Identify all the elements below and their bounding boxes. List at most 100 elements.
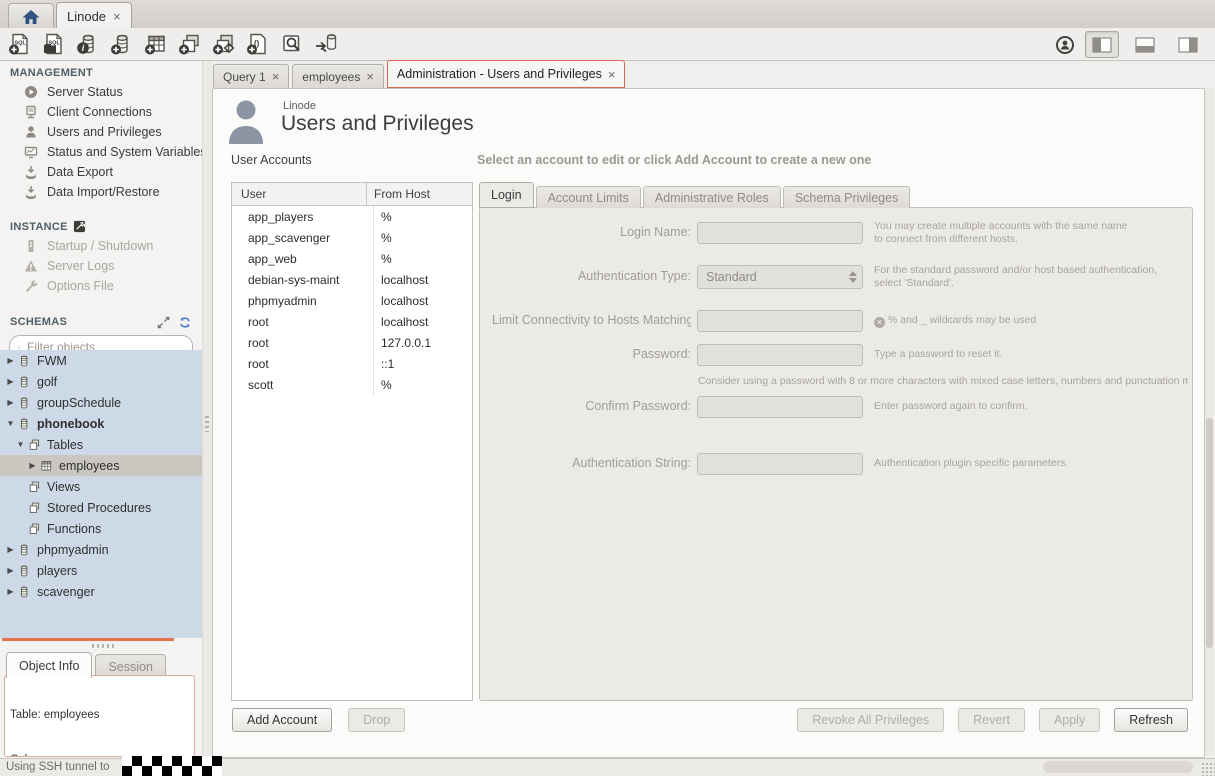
- close-icon[interactable]: ×: [608, 68, 616, 81]
- instance-config-icon: [73, 220, 86, 233]
- tree-item-phonebook[interactable]: ▼ phonebook: [0, 413, 202, 434]
- data-transfer-icon[interactable]: [314, 32, 338, 56]
- sidebar-item-options-file[interactable]: Options File: [0, 276, 202, 296]
- chevron-right-icon[interactable]: ▶: [5, 356, 16, 365]
- table-row[interactable]: phpmyadminlocalhost: [232, 290, 472, 311]
- splitter-grip[interactable]: [92, 644, 114, 648]
- auth-string-label: Authentication String:: [484, 456, 691, 470]
- table-row[interactable]: app_scavenger%: [232, 227, 472, 248]
- home-tab[interactable]: [8, 3, 54, 29]
- create-function-icon[interactable]: [246, 32, 270, 56]
- close-icon[interactable]: ×: [113, 10, 121, 23]
- table-row[interactable]: scott%: [232, 374, 472, 395]
- views-icon: [27, 480, 41, 494]
- close-icon[interactable]: ×: [366, 70, 374, 83]
- table-row[interactable]: debian-sys-maintlocalhost: [232, 269, 472, 290]
- limit-hosts-field[interactable]: [697, 310, 863, 332]
- create-schema-icon[interactable]: [110, 32, 134, 56]
- tab-administrative-roles[interactable]: Administrative Roles: [643, 186, 781, 208]
- chevron-right-icon[interactable]: ▶: [5, 545, 16, 554]
- close-icon[interactable]: ×: [272, 70, 280, 83]
- column-header-from-host[interactable]: From Host: [367, 187, 430, 201]
- options-file-icon: [24, 279, 38, 293]
- create-view-icon[interactable]: [178, 32, 202, 56]
- tab-admin-users-privileges[interactable]: Administration - Users and Privileges ×: [387, 60, 626, 88]
- instance-section-title: INSTANCE: [0, 214, 202, 236]
- account-detail-tabs: Login Account Limits Administrative Role…: [479, 184, 912, 208]
- sidebar-item-users-and-privileges[interactable]: Users and Privileges: [0, 122, 202, 142]
- sidebar-item-data-import[interactable]: Data Import/Restore: [0, 182, 202, 202]
- chevron-right-icon[interactable]: ▶: [5, 566, 16, 575]
- tables-icon: [27, 438, 41, 452]
- create-table-icon[interactable]: [144, 32, 168, 56]
- chevron-right-icon[interactable]: ▶: [5, 587, 16, 596]
- sidebar-item-status-system-variables[interactable]: Status and System Variables: [0, 142, 202, 162]
- table-row[interactable]: root::1: [232, 353, 472, 374]
- chevron-down-icon[interactable]: ▼: [15, 440, 26, 449]
- login-name-field[interactable]: [697, 222, 863, 244]
- home-icon: [21, 8, 41, 26]
- chevron-right-icon[interactable]: ▶: [27, 461, 38, 470]
- revoke-all-privileges-button[interactable]: Revoke All Privileges: [797, 708, 944, 732]
- scrollbar-thumb[interactable]: [1206, 418, 1213, 648]
- toggle-right-sidebar-button[interactable]: [1171, 31, 1205, 58]
- tab-employees[interactable]: employees ×: [292, 64, 384, 88]
- sidebar-item-client-connections[interactable]: Client Connections: [0, 102, 202, 122]
- right-panel-icon: [1178, 37, 1198, 53]
- sidebar-item-data-export[interactable]: Data Export: [0, 162, 202, 182]
- apply-button[interactable]: Apply: [1039, 708, 1100, 732]
- password-field[interactable]: [697, 344, 863, 366]
- server-logs-icon: [24, 259, 38, 273]
- revert-button[interactable]: Revert: [958, 708, 1025, 732]
- auth-string-field[interactable]: [697, 453, 863, 475]
- confirm-password-field[interactable]: [697, 396, 863, 418]
- tab-account-limits[interactable]: Account Limits: [536, 186, 641, 208]
- tree-item-functions[interactable]: Functions: [0, 518, 202, 539]
- tree-item-scavenger[interactable]: ▶ scavenger: [0, 581, 202, 602]
- toggle-bottom-panel-button[interactable]: [1128, 31, 1162, 58]
- tree-item-groupschedule[interactable]: ▶ groupSchedule: [0, 392, 202, 413]
- new-query-tab-icon[interactable]: [8, 32, 32, 56]
- tree-item-views[interactable]: Views: [0, 476, 202, 497]
- sidebar-item-server-logs[interactable]: Server Logs: [0, 256, 202, 276]
- toolbar-right-group: [1054, 31, 1205, 58]
- auth-type-select[interactable]: Standard: [697, 265, 863, 289]
- table-row[interactable]: app_players%: [232, 206, 472, 227]
- schema-icon: [17, 564, 31, 578]
- horizontal-splitter-highlight[interactable]: [2, 638, 174, 641]
- table-row[interactable]: app_web%: [232, 248, 472, 269]
- table-row[interactable]: rootlocalhost: [232, 311, 472, 332]
- toggle-left-sidebar-button[interactable]: [1085, 31, 1119, 58]
- chevron-right-icon[interactable]: ▶: [5, 398, 16, 407]
- connection-tab[interactable]: Linode ×: [56, 2, 132, 29]
- refresh-schemas-icon[interactable]: [178, 316, 192, 329]
- tab-login[interactable]: Login: [479, 182, 534, 208]
- tree-item-employees[interactable]: ▶ employees: [0, 455, 202, 476]
- refresh-button[interactable]: Refresh: [1114, 708, 1188, 732]
- sidebar-item-startup-shutdown[interactable]: Startup / Shutdown: [0, 236, 202, 256]
- chevron-down-icon[interactable]: ▼: [5, 419, 16, 428]
- redacted-hostname: [122, 756, 222, 776]
- expand-panel-icon[interactable]: [157, 316, 170, 329]
- sidebar-item-server-status[interactable]: Server Status: [0, 82, 202, 102]
- tree-item-stored-procedures[interactable]: Stored Procedures: [0, 497, 202, 518]
- table-row[interactable]: root127.0.0.1: [232, 332, 472, 353]
- tab-query-1[interactable]: Query 1 ×: [213, 64, 289, 88]
- column-header-user[interactable]: User: [232, 183, 367, 205]
- tab-schema-privileges[interactable]: Schema Privileges: [783, 186, 911, 208]
- tree-item-phpmyadmin[interactable]: ▶ phpmyadmin: [0, 539, 202, 560]
- tree-item-fwm[interactable]: ▶ FWM: [0, 350, 202, 371]
- create-procedure-icon[interactable]: [212, 32, 236, 56]
- drop-button[interactable]: Drop: [348, 708, 405, 732]
- database-info-icon[interactable]: [76, 32, 100, 56]
- search-table-data-icon[interactable]: [280, 32, 304, 56]
- tree-item-players[interactable]: ▶ players: [0, 560, 202, 581]
- open-sql-script-icon[interactable]: [42, 32, 66, 56]
- window-resize-grip[interactable]: [1201, 762, 1215, 776]
- vertical-scrollbar[interactable]: [1205, 88, 1214, 756]
- add-account-button[interactable]: Add Account: [232, 708, 332, 732]
- tree-item-golf[interactable]: ▶ golf: [0, 371, 202, 392]
- tree-item-tables[interactable]: ▼ Tables: [0, 434, 202, 455]
- tab-object-info[interactable]: Object Info: [6, 652, 92, 678]
- chevron-right-icon[interactable]: ▶: [5, 377, 16, 386]
